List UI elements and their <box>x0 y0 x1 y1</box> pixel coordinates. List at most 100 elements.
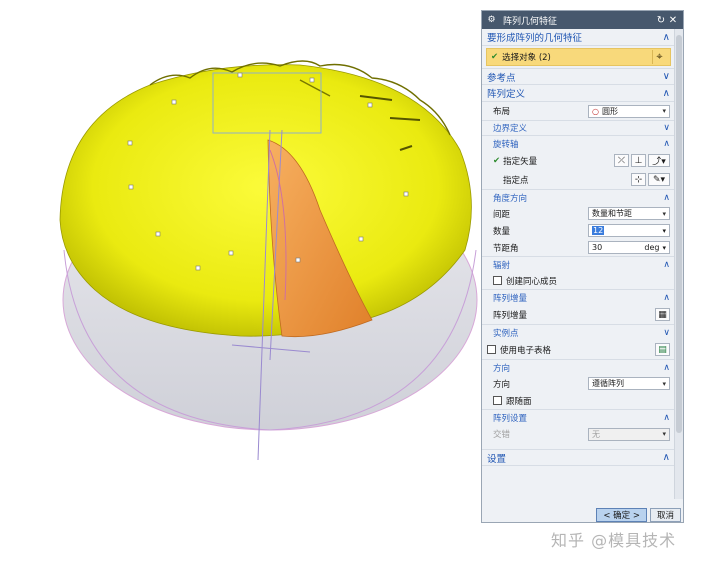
vector-options-icon[interactable]: ⤴▾ <box>648 154 670 167</box>
check-icon: ✔ <box>493 155 501 166</box>
reset-icon[interactable]: ↻ <box>655 15 667 26</box>
section-settings-header[interactable]: 设置 ∧ <box>482 449 675 466</box>
spacing-value: 数量和节距 <box>592 209 632 218</box>
chevron-up-icon: ∧ <box>663 412 670 423</box>
section-feature-label: 要形成阵列的几何特征 <box>487 33 583 44</box>
ok-button[interactable]: < 确定 > <box>596 508 647 522</box>
angle-direction-header[interactable]: 角度方向 ∧ <box>482 190 675 205</box>
section-pattern-def-label: 阵列定义 <box>487 89 526 100</box>
specify-point-label: 指定点 <box>503 175 529 186</box>
specify-vector-label: 指定矢量 <box>503 156 538 167</box>
increment-row: 阵列增量 ▦ <box>482 305 675 324</box>
dialog-scrollbar[interactable] <box>674 29 683 499</box>
chevron-up-icon: ∧ <box>663 292 670 303</box>
orientation-row-label: 方向 <box>493 379 511 390</box>
boundary-label: 边界定义 <box>493 124 528 134</box>
close-icon[interactable]: ✕ <box>667 15 679 26</box>
section-settings-label: 设置 <box>487 453 507 465</box>
follow-face-row: 跟随面 <box>482 392 675 409</box>
interleave-label: 交错 <box>493 430 511 440</box>
increment-table-icon[interactable]: ▦ <box>655 308 670 321</box>
dropdown-arrow-icon: ▾ <box>662 243 666 252</box>
orientation-group: 方向 ∧ 方向 遵循阵列 ▾ 跟随面 <box>482 359 675 409</box>
dome-model <box>59 60 478 461</box>
dropdown-arrow-icon: ▾ <box>662 107 666 115</box>
chevron-down-icon: ∨ <box>663 123 670 133</box>
instance-label: 实例点 <box>493 328 519 339</box>
layout-dropdown[interactable]: ○ 圆形 ▾ <box>588 104 670 118</box>
specify-point-row: 指定点 ⊹ ✎▾ <box>482 170 675 189</box>
orientation-value: 遵循阵列 <box>592 379 624 388</box>
point-dialog-icon[interactable]: ⊹ <box>631 173 646 186</box>
angle-direction-label: 角度方向 <box>493 193 528 204</box>
spreadsheet-row: 使用电子表格 ▤ <box>482 340 675 359</box>
increment-header[interactable]: 阵列增量 ∧ <box>482 290 675 305</box>
layout-row: 布局 ○ 圆形 ▾ <box>482 102 675 120</box>
interleave-dropdown: 无 ▾ <box>588 427 670 441</box>
select-object-label: 选择对象 (2) <box>502 53 551 63</box>
dialog-content: 要形成阵列的几何特征 ∧ ✔ 选择对象 (2) ⌖ 参考点 ∨ 阵列定义 ∧ 布… <box>482 29 675 466</box>
crosshair-icon[interactable]: ⌖ <box>652 50 666 64</box>
section-pattern-def-header[interactable]: 阵列定义 ∧ <box>482 85 675 102</box>
pattern-settings-label: 阵列设置 <box>493 413 528 424</box>
instance-group: 实例点 ∨ 使用电子表格 ▤ <box>482 324 675 359</box>
cancel-button[interactable]: 取消 <box>649 508 681 522</box>
watermark: 知乎 @模具技术 <box>551 531 677 550</box>
specify-vector-row: ✔ 指定矢量 ⤫ ⊥ ⤴▾ <box>482 151 675 170</box>
interleave-value: 无 <box>592 429 600 439</box>
dropdown-arrow-icon: ▾ <box>662 226 666 235</box>
increment-group: 阵列增量 ∧ 阵列增量 ▦ <box>482 289 675 324</box>
instance-header[interactable]: 实例点 ∨ <box>482 325 675 340</box>
increment-row-label: 阵列增量 <box>493 310 528 321</box>
circle-icon: ○ <box>592 106 599 116</box>
pattern-settings-group: 阵列设置 ∧ 交错 无 ▾ <box>482 409 675 443</box>
radiate-header[interactable]: 辐射 ∧ <box>482 257 675 272</box>
spreadsheet-checkbox[interactable] <box>487 345 496 354</box>
pitch-angle-input[interactable]: 30 deg ▾ <box>588 241 670 254</box>
orientation-header[interactable]: 方向 ∧ <box>482 360 675 375</box>
rotation-axis-label: 旋转轴 <box>493 139 519 150</box>
boundary-header[interactable]: 边界定义 ∨ <box>482 120 675 135</box>
chevron-down-icon: ∨ <box>662 71 670 82</box>
orientation-label: 方向 <box>493 363 511 374</box>
orientation-row: 方向 遵循阵列 ▾ <box>482 375 675 392</box>
scrollbar-thumb[interactable] <box>676 35 682 433</box>
concentric-label: 创建同心成员 <box>506 276 558 287</box>
chevron-up-icon: ∧ <box>663 362 670 373</box>
vector-dialog-icon[interactable]: ⤫ <box>614 154 629 167</box>
pattern-settings-header[interactable]: 阵列设置 ∧ <box>482 410 675 425</box>
spreadsheet-icon[interactable]: ▤ <box>655 343 670 356</box>
chevron-up-icon: ∧ <box>663 138 670 149</box>
dropdown-arrow-icon: ▾ <box>662 379 666 388</box>
increment-label: 阵列增量 <box>493 293 528 304</box>
chevron-up-icon: ∧ <box>663 192 670 203</box>
select-object-row[interactable]: ✔ 选择对象 (2) ⌖ <box>486 48 671 66</box>
follow-face-checkbox[interactable] <box>493 396 502 405</box>
pattern-geometry-dialog: ⚙ 阵列几何特征 ↻ ✕ 要形成阵列的几何特征 ∧ ✔ 选择对象 (2) ⌖ 参… <box>481 10 684 523</box>
dropdown-arrow-icon: ▾ <box>662 430 666 438</box>
rotation-axis-header[interactable]: 旋转轴 ∧ <box>482 136 675 151</box>
count-input[interactable]: 12 ▾ <box>588 224 670 237</box>
section-ref-point-header[interactable]: 参考点 ∨ <box>482 68 675 85</box>
angle-direction-group: 角度方向 ∧ 间距 数量和节距 ▾ 数量 12 ▾ 节距角 30 deg ▾ <box>482 189 675 256</box>
reverse-direction-icon[interactable]: ⊥ <box>631 154 646 167</box>
chevron-up-icon: ∧ <box>662 87 670 99</box>
gear-icon: ⚙ <box>487 15 496 25</box>
check-icon: ✔ <box>491 52 499 62</box>
chevron-up-icon: ∧ <box>662 452 670 463</box>
follow-face-label: 跟随面 <box>506 396 532 407</box>
pitch-unit: deg <box>644 243 660 252</box>
point-options-icon[interactable]: ✎▾ <box>648 173 670 186</box>
chevron-up-icon: ∧ <box>663 259 670 270</box>
radiate-label: 辐射 <box>493 260 511 271</box>
count-value: 12 <box>592 226 605 235</box>
graphics-viewport[interactable] <box>0 0 480 567</box>
section-feature-header[interactable]: 要形成阵列的几何特征 ∧ <box>482 29 675 46</box>
radiate-group: 辐射 ∧ 创建同心成员 <box>482 256 675 289</box>
orientation-dropdown[interactable]: 遵循阵列 ▾ <box>588 377 670 390</box>
concentric-checkbox[interactable] <box>493 276 502 285</box>
pitch-angle-value: 30 <box>592 243 603 252</box>
dialog-footer: < 确定 > 取消 <box>482 507 683 522</box>
spacing-dropdown[interactable]: 数量和节距 ▾ <box>588 207 670 220</box>
count-row: 数量 12 ▾ <box>482 222 675 239</box>
